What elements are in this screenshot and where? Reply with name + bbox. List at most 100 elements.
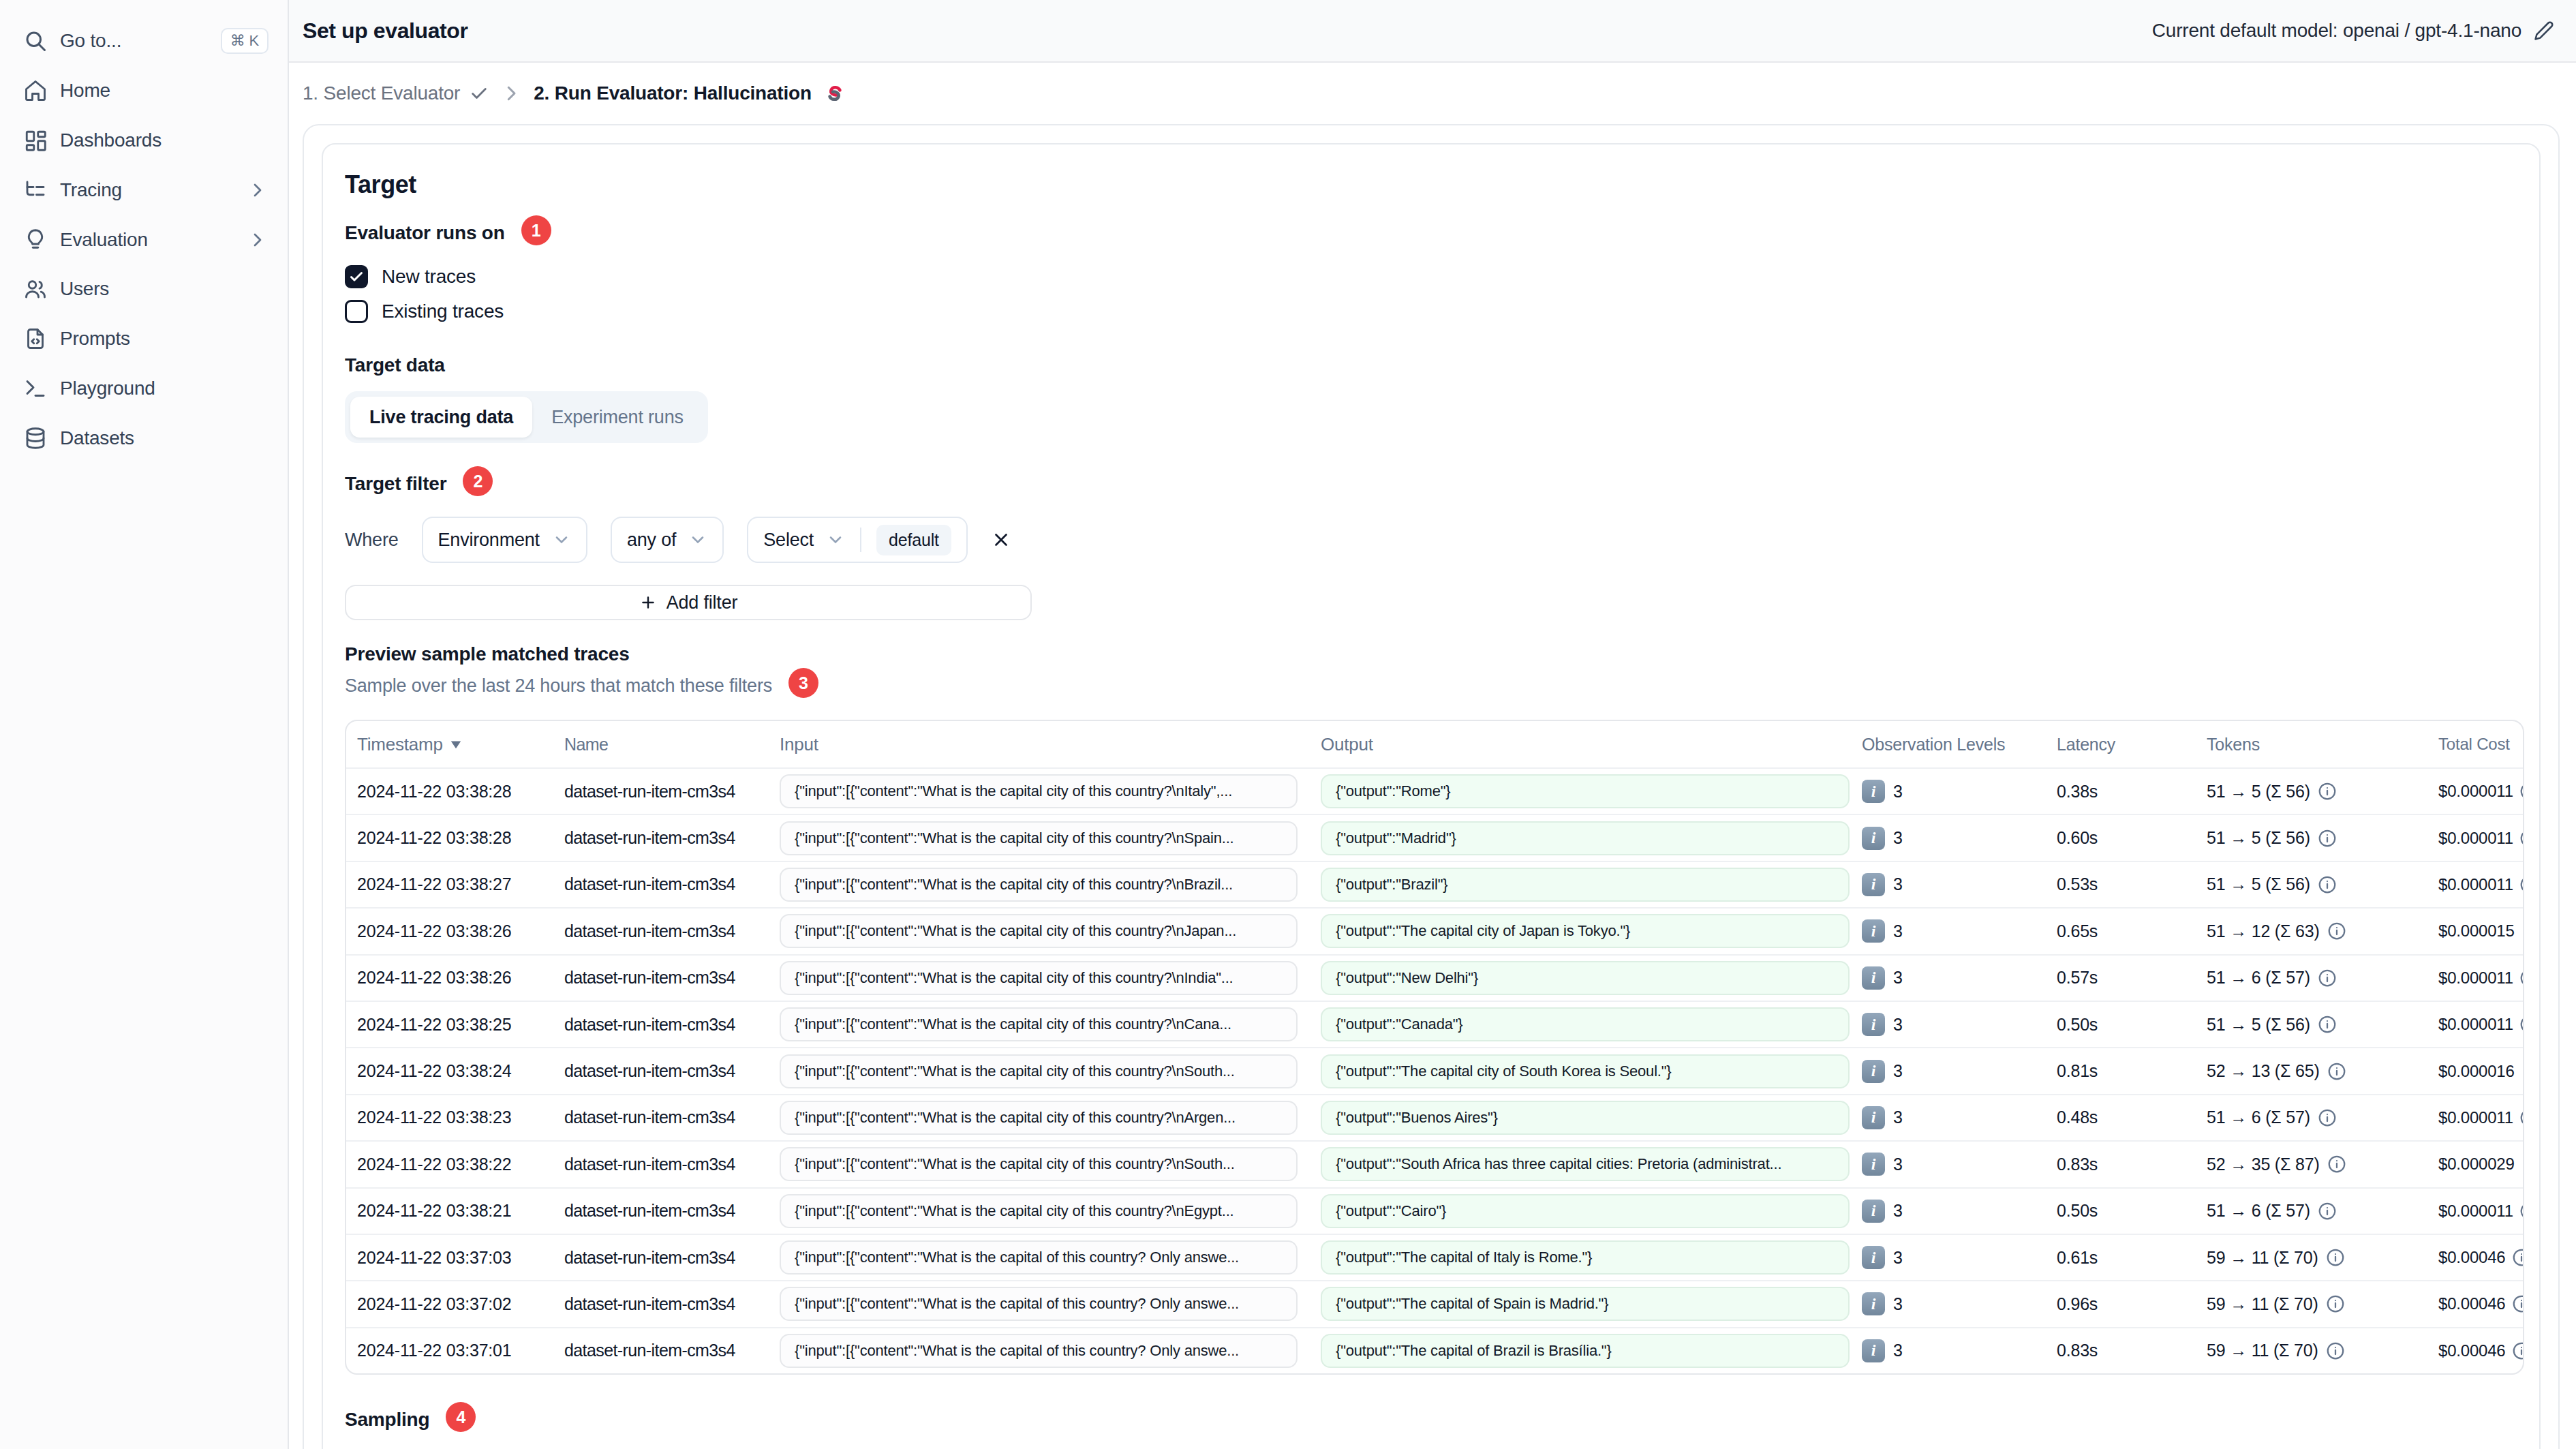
- table-row[interactable]: 2024-11-22 03:38:26 dataset-run-item-cm3…: [346, 954, 2524, 1001]
- cell-input[interactable]: {"input":[{"content":"What is the capita…: [780, 1194, 1298, 1228]
- sidebar-item-datasets[interactable]: Datasets: [0, 413, 288, 463]
- col-timestamp[interactable]: Timestamp: [357, 734, 564, 755]
- info-icon: [2327, 921, 2347, 941]
- cell-input[interactable]: {"input":[{"content":"What is the capita…: [780, 1240, 1298, 1275]
- sidebar-item-evaluation[interactable]: Evaluation: [0, 215, 288, 264]
- cell-observation-count: 3: [1893, 968, 1903, 988]
- table-row[interactable]: 2024-11-22 03:38:26 dataset-run-item-cm3…: [346, 907, 2524, 954]
- cell-timestamp: 2024-11-22 03:38:27: [357, 874, 564, 894]
- cell-input[interactable]: {"input":[{"content":"What is the capita…: [780, 1054, 1298, 1088]
- table-row[interactable]: 2024-11-22 03:38:21 dataset-run-item-cm3…: [346, 1187, 2524, 1234]
- cell-timestamp: 2024-11-22 03:38:26: [357, 968, 564, 988]
- info-icon: [2317, 874, 2337, 895]
- cell-input[interactable]: {"input":[{"content":"What is the capita…: [780, 1334, 1298, 1368]
- step-done-icon: [470, 84, 489, 103]
- table-row[interactable]: 2024-11-22 03:37:02 dataset-run-item-cm3…: [346, 1280, 2524, 1326]
- cell-total-cost: $0.000011: [2438, 1202, 2513, 1221]
- cell-input[interactable]: {"input":[{"content":"What is the capita…: [780, 961, 1298, 995]
- sidebar-item-tracing[interactable]: Tracing: [0, 165, 288, 215]
- table-row[interactable]: 2024-11-22 03:38:28 dataset-run-item-cm3…: [346, 767, 2524, 814]
- cell-output[interactable]: {"output":"The capital city of Japan is …: [1321, 914, 1850, 948]
- users-icon: [23, 277, 48, 301]
- info-icon: [2511, 1294, 2524, 1314]
- table-row[interactable]: 2024-11-22 03:37:01 dataset-run-item-cm3…: [346, 1327, 2524, 1373]
- cell-observation-count: 3: [1893, 828, 1903, 848]
- cell-input[interactable]: {"input":[{"content":"What is the capita…: [780, 1101, 1298, 1135]
- cell-input[interactable]: {"input":[{"content":"What is the capita…: [780, 1147, 1298, 1181]
- preview-traces-table: Timestamp Name Input Output Observation …: [345, 720, 2524, 1375]
- observation-level-icon: i: [1862, 1013, 1885, 1036]
- sidebar-item-prompts[interactable]: Prompts: [0, 314, 288, 364]
- cell-tokens: 59 → 11 (Σ 70): [2207, 1341, 2318, 1360]
- chevron-right-icon: [501, 83, 521, 104]
- cell-input[interactable]: {"input":[{"content":"What is the capita…: [780, 821, 1298, 855]
- add-filter-button[interactable]: Add filter: [345, 585, 1032, 620]
- cell-output[interactable]: {"output":"Cairo"}: [1321, 1194, 1850, 1228]
- observation-level-icon: i: [1862, 1060, 1885, 1083]
- table-row[interactable]: 2024-11-22 03:38:27 dataset-run-item-cm3…: [346, 861, 2524, 907]
- cell-output[interactable]: {"output":"The capital city of South Kor…: [1321, 1054, 1850, 1088]
- cell-latency: 0.48s: [2047, 1108, 2197, 1127]
- col-tokens[interactable]: Tokens: [2197, 735, 2429, 754]
- cell-input[interactable]: {"input":[{"content":"What is the capita…: [780, 914, 1298, 948]
- cell-output[interactable]: {"output":"The capital of Italy is Rome.…: [1321, 1240, 1850, 1275]
- filter-column-select[interactable]: Environment: [422, 517, 587, 563]
- cell-output[interactable]: {"output":"South Africa has three capita…: [1321, 1147, 1850, 1181]
- cell-input[interactable]: {"input":[{"content":"What is the capita…: [780, 1287, 1298, 1321]
- cell-input[interactable]: {"input":[{"content":"What is the capita…: [780, 868, 1298, 902]
- sidebar-item-home[interactable]: Home: [0, 66, 288, 116]
- col-observation-levels[interactable]: Observation Levels: [1856, 735, 2047, 754]
- cell-output[interactable]: {"output":"Buenos Aires"}: [1321, 1101, 1850, 1135]
- filter-value-select[interactable]: Select default: [747, 517, 968, 563]
- sidebar: Go to... ⌘ K Home Dashboards Tracing Eva…: [0, 0, 289, 1449]
- filter-operator-select[interactable]: any of: [611, 517, 724, 563]
- cell-output[interactable]: {"output":"The capital of Brazil is Bras…: [1321, 1334, 1850, 1368]
- existing-traces-checkbox[interactable]: [345, 300, 368, 323]
- cell-input[interactable]: {"input":[{"content":"What is the capita…: [780, 774, 1298, 808]
- goto-search[interactable]: Go to... ⌘ K: [0, 16, 288, 66]
- cell-total-cost: $0.000016: [2438, 1062, 2515, 1081]
- col-name[interactable]: Name: [564, 735, 769, 754]
- table-row[interactable]: 2024-11-22 03:38:22 dataset-run-item-cm3…: [346, 1140, 2524, 1187]
- sidebar-item-dashboards[interactable]: Dashboards: [0, 116, 288, 166]
- cell-output[interactable]: {"output":"The capital of Spain is Madri…: [1321, 1287, 1850, 1321]
- col-latency[interactable]: Latency: [2047, 735, 2197, 754]
- tab-live-tracing-data[interactable]: Live tracing data: [350, 397, 532, 438]
- chevron-down-icon: [826, 530, 845, 549]
- table-row[interactable]: 2024-11-22 03:37:03 dataset-run-item-cm3…: [346, 1234, 2524, 1280]
- sidebar-item-users[interactable]: Users: [0, 264, 288, 314]
- goto-shortcut: ⌘ K: [221, 28, 269, 54]
- cell-output[interactable]: {"output":"Rome"}: [1321, 774, 1850, 808]
- remove-filter-button[interactable]: [991, 530, 1011, 550]
- col-total-cost[interactable]: Total Cost: [2429, 735, 2524, 754]
- new-traces-checkbox[interactable]: [345, 265, 368, 288]
- edit-model-icon[interactable]: [2534, 20, 2554, 41]
- step-1-label: 1. Select Evaluator: [303, 82, 460, 104]
- cell-observation-count: 3: [1893, 1015, 1903, 1035]
- sidebar-item-playground[interactable]: Playground: [0, 364, 288, 414]
- cell-output[interactable]: {"output":"New Delhi"}: [1321, 961, 1850, 995]
- info-icon: [2519, 1014, 2524, 1035]
- cell-output[interactable]: {"output":"Brazil"}: [1321, 868, 1850, 902]
- table-row[interactable]: 2024-11-22 03:38:24 dataset-run-item-cm3…: [346, 1047, 2524, 1093]
- topbar: Set up evaluator Current default model: …: [289, 0, 2576, 63]
- table-row[interactable]: 2024-11-22 03:38:25 dataset-run-item-cm3…: [346, 1001, 2524, 1047]
- target-section-card: Target Evaluator runs on 1 New tracesExi…: [322, 143, 2541, 1449]
- tab-experiment-runs[interactable]: Experiment runs: [532, 397, 703, 438]
- checkbox-label: New traces: [382, 266, 476, 288]
- table-row[interactable]: 2024-11-22 03:38:23 dataset-run-item-cm3…: [346, 1094, 2524, 1140]
- dashboard-icon: [23, 128, 48, 153]
- cell-output[interactable]: {"output":"Madrid"}: [1321, 821, 1850, 855]
- cell-output[interactable]: {"output":"Canada"}: [1321, 1007, 1850, 1041]
- cell-total-cost: $0.000011: [2438, 782, 2513, 801]
- default-model-label: Current default model: openai / gpt-4.1-…: [2152, 20, 2521, 42]
- cell-input[interactable]: {"input":[{"content":"What is the capita…: [780, 1007, 1298, 1041]
- table-row[interactable]: 2024-11-22 03:38:28 dataset-run-item-cm3…: [346, 814, 2524, 860]
- col-input[interactable]: Input: [769, 734, 1308, 755]
- col-output[interactable]: Output: [1308, 734, 1856, 755]
- info-icon: [2519, 968, 2524, 988]
- cell-timestamp: 2024-11-22 03:38:26: [357, 921, 564, 941]
- step-1[interactable]: 1. Select Evaluator: [303, 82, 489, 104]
- cell-latency: 0.83s: [2047, 1155, 2197, 1174]
- cell-latency: 0.53s: [2047, 874, 2197, 894]
